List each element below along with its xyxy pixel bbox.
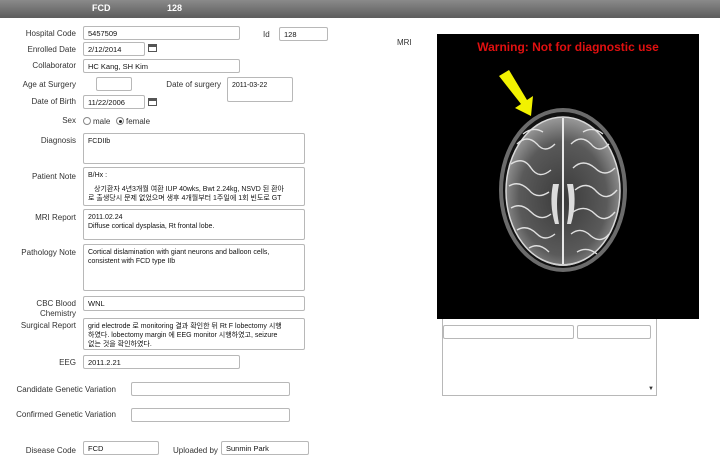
patient-note-line: 상기환자 4년3개월 여환 IUP 40wks, Bwt 2.24kg, NSV… bbox=[94, 186, 284, 193]
title-bar: FCD 128 bbox=[0, 0, 720, 18]
date-of-birth-label: Date of Birth bbox=[31, 97, 76, 106]
eeg-label: EEG bbox=[59, 358, 76, 367]
sex-female-radio[interactable] bbox=[116, 117, 124, 125]
candidate-genetic-variation-label: Candidate Genetic Variation bbox=[16, 385, 116, 394]
pathology-note-label: Pathology Note bbox=[21, 248, 76, 257]
sex-female-option: female bbox=[126, 117, 151, 126]
patient-note-line: 로 출생당시 문제 없었으며 생후 4개월부터 1주일에 1회 빈도로 GT bbox=[88, 195, 282, 202]
mri-report-field[interactable]: 2011.02.24 Diffuse cortical dysplasia, R… bbox=[83, 209, 305, 240]
uploaded-by-label: Uploaded by bbox=[173, 446, 218, 455]
disease-code-label: Disease Code bbox=[25, 446, 76, 455]
triangle-down-icon[interactable]: ▼ bbox=[648, 386, 654, 392]
surgical-report-field[interactable]: grid electrode 로 monitoring 결과 확인한 뒤 Rt … bbox=[83, 318, 305, 350]
mri-report-label: MRI Report bbox=[35, 213, 76, 222]
pathology-note-line: Cortical dislamination with giant neuron… bbox=[88, 249, 270, 256]
disease-code-field[interactable]: FCD bbox=[83, 441, 159, 455]
id-label: Id bbox=[263, 30, 270, 39]
pathology-note-line: consistent with FCD type IIb bbox=[88, 258, 176, 265]
age-at-surgery-field[interactable] bbox=[96, 77, 132, 91]
surgical-report-label: Surgical Report bbox=[20, 321, 76, 330]
mri-image: Warning: Not for diagnostic use bbox=[437, 34, 699, 319]
collaborator-field[interactable]: HC Kang, SH Kim bbox=[83, 59, 240, 73]
sex-male-option: male bbox=[93, 117, 111, 126]
calendar-icon[interactable] bbox=[148, 44, 157, 52]
hospital-code-field[interactable]: 5457509 bbox=[83, 26, 240, 40]
title-id-label: 128 bbox=[167, 3, 183, 13]
date-of-birth-field[interactable]: 11/22/2006 bbox=[83, 95, 145, 109]
id-field[interactable]: 128 bbox=[279, 27, 328, 41]
mri-caption-field[interactable] bbox=[443, 325, 574, 339]
collaborator-label: Collaborator bbox=[32, 61, 76, 70]
surgical-report-line: grid electrode 로 monitoring 결과 확인한 뒤 Rt … bbox=[88, 323, 282, 330]
date-of-surgery-field[interactable]: 2011-03-22 bbox=[227, 77, 293, 102]
cbc-blood-chemistry-label: CBC Blood Chemistry bbox=[36, 299, 76, 318]
surgical-report-line: 하였다. lobectomy margin 에 EEG monitor 시행하였… bbox=[88, 332, 278, 339]
patient-note-line: B/Hx : bbox=[88, 172, 108, 179]
diagnosis-field[interactable]: FCDIIb bbox=[83, 133, 305, 164]
confirmed-genetic-variation-field[interactable] bbox=[131, 408, 290, 422]
mri-meta-field[interactable] bbox=[577, 325, 651, 339]
brain-scan-graphic bbox=[499, 70, 627, 272]
mri-report-line: Diffuse cortical dysplasia, Rt frontal l… bbox=[88, 223, 215, 230]
calendar-icon[interactable] bbox=[148, 98, 157, 106]
candidate-genetic-variation-field[interactable] bbox=[131, 382, 290, 396]
patient-note-label: Patient Note bbox=[31, 172, 76, 181]
title-disease-label: FCD bbox=[92, 3, 111, 13]
patient-note-field[interactable]: B/Hx : 상기환자 4년3개월 여환 IUP 40wks, Bwt 2.24… bbox=[83, 167, 305, 206]
enrolled-date-label: Enrolled Date bbox=[27, 45, 76, 54]
mri-report-line: 2011.02.24 bbox=[88, 214, 123, 221]
cbc-blood-chemistry-field[interactable]: WNL bbox=[83, 296, 305, 311]
pathology-note-field[interactable]: Cortical dislamination with giant neuron… bbox=[83, 244, 305, 291]
surgical-report-line: 없는 것을 확인하였다. bbox=[88, 341, 152, 348]
date-of-surgery-label: Date of surgery bbox=[166, 80, 221, 89]
sex-male-radio[interactable] bbox=[83, 117, 91, 125]
hospital-code-label: Hospital Code bbox=[25, 29, 76, 38]
enrolled-date-field[interactable]: 2/12/2014 bbox=[83, 42, 145, 56]
sex-label: Sex bbox=[62, 116, 76, 125]
eeg-field[interactable]: 2011.2.21 bbox=[83, 355, 240, 369]
confirmed-genetic-variation-label: Confirmed Genetic Variation bbox=[16, 410, 116, 419]
diagnosis-label: Diagnosis bbox=[40, 136, 76, 145]
mri-label: MRI bbox=[397, 38, 412, 47]
uploaded-by-field[interactable]: Sunmin Park bbox=[221, 441, 309, 455]
age-at-surgery-label: Age at Surgery bbox=[22, 80, 76, 89]
